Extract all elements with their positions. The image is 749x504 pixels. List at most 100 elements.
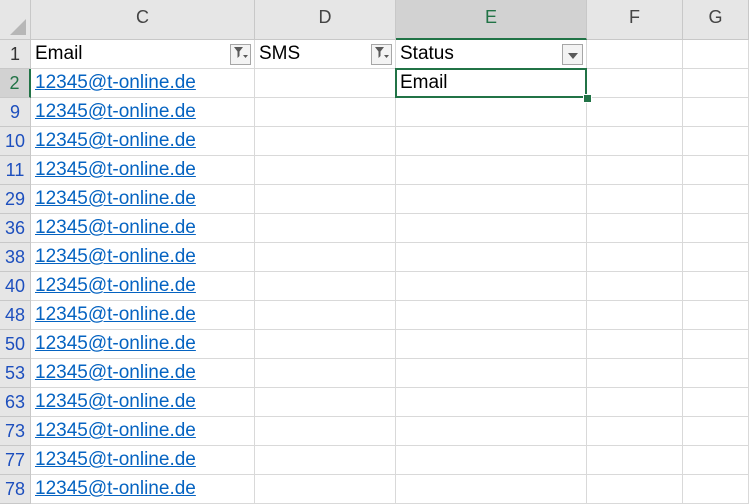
email-link-cell[interactable]: 12345@t-online.de bbox=[31, 359, 255, 388]
email-link-cell[interactable]: 12345@t-online.de bbox=[31, 330, 255, 359]
cell-e[interactable] bbox=[396, 417, 587, 446]
cell-d[interactable] bbox=[255, 388, 396, 417]
cell-f[interactable] bbox=[587, 388, 683, 417]
cell-d[interactable] bbox=[255, 243, 396, 272]
cell-d[interactable] bbox=[255, 214, 396, 243]
cell-g[interactable] bbox=[683, 156, 749, 185]
header-cell-e[interactable]: Status bbox=[396, 40, 587, 69]
cell-e[interactable] bbox=[396, 98, 587, 127]
row-header[interactable]: 38 bbox=[0, 243, 31, 272]
row-header[interactable]: 9 bbox=[0, 98, 31, 127]
email-link-cell[interactable]: 12345@t-online.de bbox=[31, 98, 255, 127]
cell-f[interactable] bbox=[587, 69, 683, 98]
cell-d[interactable] bbox=[255, 69, 396, 98]
cell-f[interactable] bbox=[587, 127, 683, 156]
row-header[interactable]: 77 bbox=[0, 446, 31, 475]
spreadsheet[interactable]: CDEFG 1 2 9 10 11 29 36 38 40 48 50 53 63 73 77 78 Emai… bbox=[0, 0, 749, 504]
cell-f[interactable] bbox=[587, 98, 683, 127]
row-header[interactable]: 63 bbox=[0, 388, 31, 417]
email-link-cell[interactable]: 12345@t-online.de bbox=[31, 127, 255, 156]
email-link-cell[interactable]: 12345@t-online.de bbox=[31, 475, 255, 504]
cell-f[interactable] bbox=[587, 446, 683, 475]
cell-e[interactable] bbox=[396, 359, 587, 388]
filter-button-e[interactable] bbox=[562, 44, 583, 65]
cell-e[interactable]: Email bbox=[396, 69, 587, 98]
cell-d[interactable] bbox=[255, 475, 396, 504]
column-header-d[interactable]: D bbox=[255, 0, 396, 40]
cell-f[interactable] bbox=[587, 359, 683, 388]
cell-d[interactable] bbox=[255, 98, 396, 127]
column-header-c[interactable]: C bbox=[31, 0, 255, 40]
cell-d[interactable] bbox=[255, 330, 396, 359]
email-link-cell[interactable]: 12345@t-online.de bbox=[31, 69, 255, 98]
cell-g[interactable] bbox=[683, 243, 749, 272]
filter-button-c[interactable] bbox=[230, 44, 251, 65]
cell-d[interactable] bbox=[255, 446, 396, 475]
cell-e[interactable] bbox=[396, 330, 587, 359]
column-header-f[interactable]: F bbox=[587, 0, 683, 40]
email-link-cell[interactable]: 12345@t-online.de bbox=[31, 185, 255, 214]
cell-g[interactable] bbox=[683, 446, 749, 475]
cell-f[interactable] bbox=[587, 417, 683, 446]
row-header[interactable]: 36 bbox=[0, 214, 31, 243]
cell-g[interactable] bbox=[683, 272, 749, 301]
select-all-corner[interactable] bbox=[0, 0, 31, 40]
cell-e[interactable] bbox=[396, 127, 587, 156]
cell-e[interactable] bbox=[396, 156, 587, 185]
fill-handle[interactable] bbox=[583, 94, 592, 103]
cell-g[interactable] bbox=[683, 475, 749, 504]
cell-e[interactable] bbox=[396, 272, 587, 301]
row-header[interactable]: 48 bbox=[0, 301, 31, 330]
row-header[interactable]: 2 bbox=[0, 69, 31, 98]
row-header[interactable]: 10 bbox=[0, 127, 31, 156]
cell-e[interactable] bbox=[396, 214, 587, 243]
cell-g[interactable] bbox=[683, 69, 749, 98]
cell-d[interactable] bbox=[255, 417, 396, 446]
cell-g[interactable] bbox=[683, 359, 749, 388]
email-link-cell[interactable]: 12345@t-online.de bbox=[31, 214, 255, 243]
cell-f[interactable] bbox=[587, 272, 683, 301]
header-cell-f[interactable] bbox=[587, 40, 683, 69]
row-header[interactable]: 1 bbox=[0, 40, 31, 69]
cell-d[interactable] bbox=[255, 272, 396, 301]
cell-f[interactable] bbox=[587, 243, 683, 272]
email-link-cell[interactable]: 12345@t-online.de bbox=[31, 301, 255, 330]
email-link-cell[interactable]: 12345@t-online.de bbox=[31, 446, 255, 475]
row-header[interactable]: 40 bbox=[0, 272, 31, 301]
row-header[interactable]: 50 bbox=[0, 330, 31, 359]
cell-d[interactable] bbox=[255, 359, 396, 388]
email-link-cell[interactable]: 12345@t-online.de bbox=[31, 243, 255, 272]
cell-g[interactable] bbox=[683, 388, 749, 417]
cell-g[interactable] bbox=[683, 417, 749, 446]
header-cell-g[interactable] bbox=[683, 40, 749, 69]
cell-g[interactable] bbox=[683, 185, 749, 214]
cell-g[interactable] bbox=[683, 127, 749, 156]
cell-e[interactable] bbox=[396, 243, 587, 272]
cell-g[interactable] bbox=[683, 214, 749, 243]
cell-e[interactable] bbox=[396, 301, 587, 330]
column-header-e[interactable]: E bbox=[396, 0, 587, 40]
email-link-cell[interactable]: 12345@t-online.de bbox=[31, 417, 255, 446]
cell-e[interactable] bbox=[396, 475, 587, 504]
row-header[interactable]: 73 bbox=[0, 417, 31, 446]
cell-g[interactable] bbox=[683, 98, 749, 127]
filter-button-d[interactable] bbox=[371, 44, 392, 65]
cell-d[interactable] bbox=[255, 127, 396, 156]
email-link-cell[interactable]: 12345@t-online.de bbox=[31, 156, 255, 185]
cell-e[interactable] bbox=[396, 446, 587, 475]
cell-g[interactable] bbox=[683, 330, 749, 359]
header-cell-c[interactable]: Email bbox=[31, 40, 255, 69]
cell-e[interactable] bbox=[396, 388, 587, 417]
cell-d[interactable] bbox=[255, 156, 396, 185]
cell-e[interactable] bbox=[396, 185, 587, 214]
cell-f[interactable] bbox=[587, 214, 683, 243]
email-link-cell[interactable]: 12345@t-online.de bbox=[31, 272, 255, 301]
cell-f[interactable] bbox=[587, 301, 683, 330]
cell-d[interactable] bbox=[255, 301, 396, 330]
cell-f[interactable] bbox=[587, 156, 683, 185]
cell-f[interactable] bbox=[587, 330, 683, 359]
cell-d[interactable] bbox=[255, 185, 396, 214]
row-header[interactable]: 11 bbox=[0, 156, 31, 185]
cell-g[interactable] bbox=[683, 301, 749, 330]
row-header[interactable]: 29 bbox=[0, 185, 31, 214]
